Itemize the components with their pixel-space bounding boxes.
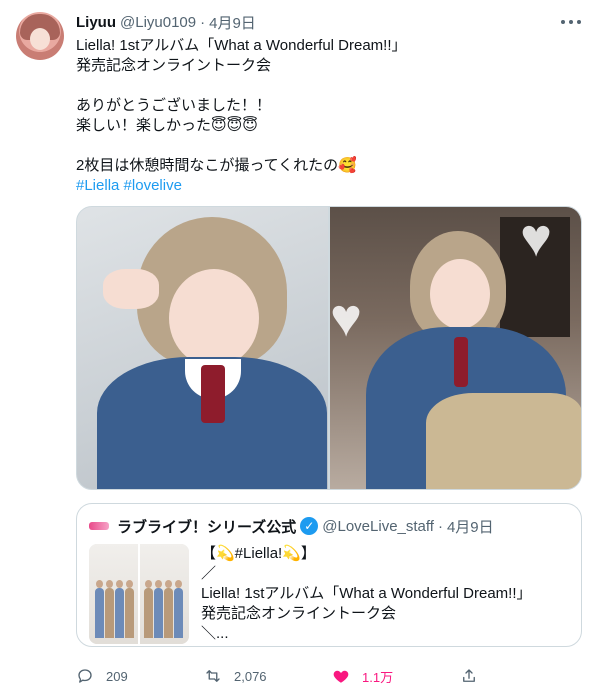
quoted-date: 4月9日 [446,518,494,536]
thumb-figure [95,580,104,638]
thumb-figure [164,580,173,638]
quoted-header: ラブライブ！シリーズ公式 ✓ @LoveLive_staff · 4月9日 [89,516,494,536]
media-grid: ♥ ♥ [76,206,582,490]
tweet-header: Liyuu @Liyu0109 · 4月9日 [76,12,256,32]
more-dot [561,20,565,24]
quoted-thumb-right [138,544,189,644]
share-button[interactable] [460,667,490,685]
separator-dot: · [200,13,206,31]
quoted-thumbnail [89,544,189,644]
tweet[interactable]: Liyuu @Liyu0109 · 4月9日 Liella! 1stアルバム「W… [0,0,599,698]
separator-dot: · [437,517,443,535]
tweet-text-line: 楽しい！楽しかった😇😇😇 [76,117,258,134]
quoted-thumb-left [89,544,138,644]
thumb-figure [154,580,163,638]
tweet-text-line: Liella! 1stアルバム「What a Wonderful Dream!!… [76,37,407,54]
hashtag-line: #Liella #lovelive [76,176,581,196]
retweet-icon [206,670,220,682]
photo-face [430,259,490,329]
thumb-figure [174,580,183,638]
more-options-icon[interactable] [561,14,581,30]
quoted-tweet[interactable]: ラブライブ！シリーズ公式 ✓ @LoveLive_staff · 4月9日 【💫… [76,503,582,647]
photo-face [169,269,259,367]
like-button[interactable]: 1.1万 [332,667,432,686]
photo-ribbon [454,337,468,387]
tweet-text: Liella! 1stアルバム「What a Wonderful Dream!!… [76,36,581,196]
tweet-date[interactable]: 4月9日 [209,12,256,33]
photo-heart-sticker: ♥ [520,208,553,268]
retweet-button[interactable]: 2,076 [204,667,304,685]
quoted-author-name: ラブライブ！シリーズ公式 [117,518,297,536]
action-bar: 209 2,076 1.1万 [76,662,496,690]
photo-2[interactable]: ♥ ♥ [330,207,581,489]
heart-icon [333,670,349,683]
tweet-text-line: ありがとうございました！！ [76,97,272,114]
thumb-figure [144,580,153,638]
more-dot [577,20,581,24]
retweet-count: 2,076 [234,668,267,684]
like-count: 1.1万 [362,669,394,685]
quoted-avatar [89,522,109,530]
tweet-text-blank [76,76,581,96]
reply-icon [78,669,92,683]
thumb-figure [105,580,114,638]
quoted-author-handle: @LoveLive_staff [322,517,434,535]
hashtag-liella[interactable]: #Liella [76,177,119,194]
photo-coat [426,393,581,489]
photo-heart-sticker: ♥ [330,288,363,348]
more-dot [569,20,573,24]
share-icon [463,669,475,682]
avatar[interactable] [16,12,64,60]
quoted-text-line: 【💫#Liella!💫】 [201,545,316,562]
quoted-text-line: 発売記念オンライントーク会 [201,605,397,622]
reply-count: 209 [106,668,128,684]
tweet-text-line: 2枚目は休憩時間なこが撮ってくれたの🥰 [76,157,357,174]
author-name[interactable]: Liyuu [76,14,116,31]
photo-1[interactable] [77,207,328,489]
photo-hand [103,269,159,309]
hashtag-lovelive[interactable]: #lovelive [124,177,182,194]
tweet-text-blank [76,136,581,156]
quoted-text-line: ＼... [201,625,229,642]
verified-badge-icon: ✓ [300,517,319,535]
author-handle[interactable]: @Liyu0109 [120,14,196,31]
avatar-face [30,28,50,50]
tweet-text-line: 発売記念オンライントーク会 [76,57,272,74]
quoted-text: 【💫#Liella!💫】 ／ Liella! 1stアルバム「What a Wo… [201,544,571,644]
thumb-figure [125,580,134,638]
quoted-text-line: ／ [201,565,217,582]
thumb-figure [115,580,124,638]
quoted-text-line: Liella! 1stアルバム「What a Wonderful Dream!!… [201,585,532,602]
photo-ribbon [201,365,225,423]
reply-button[interactable]: 209 [76,667,176,685]
